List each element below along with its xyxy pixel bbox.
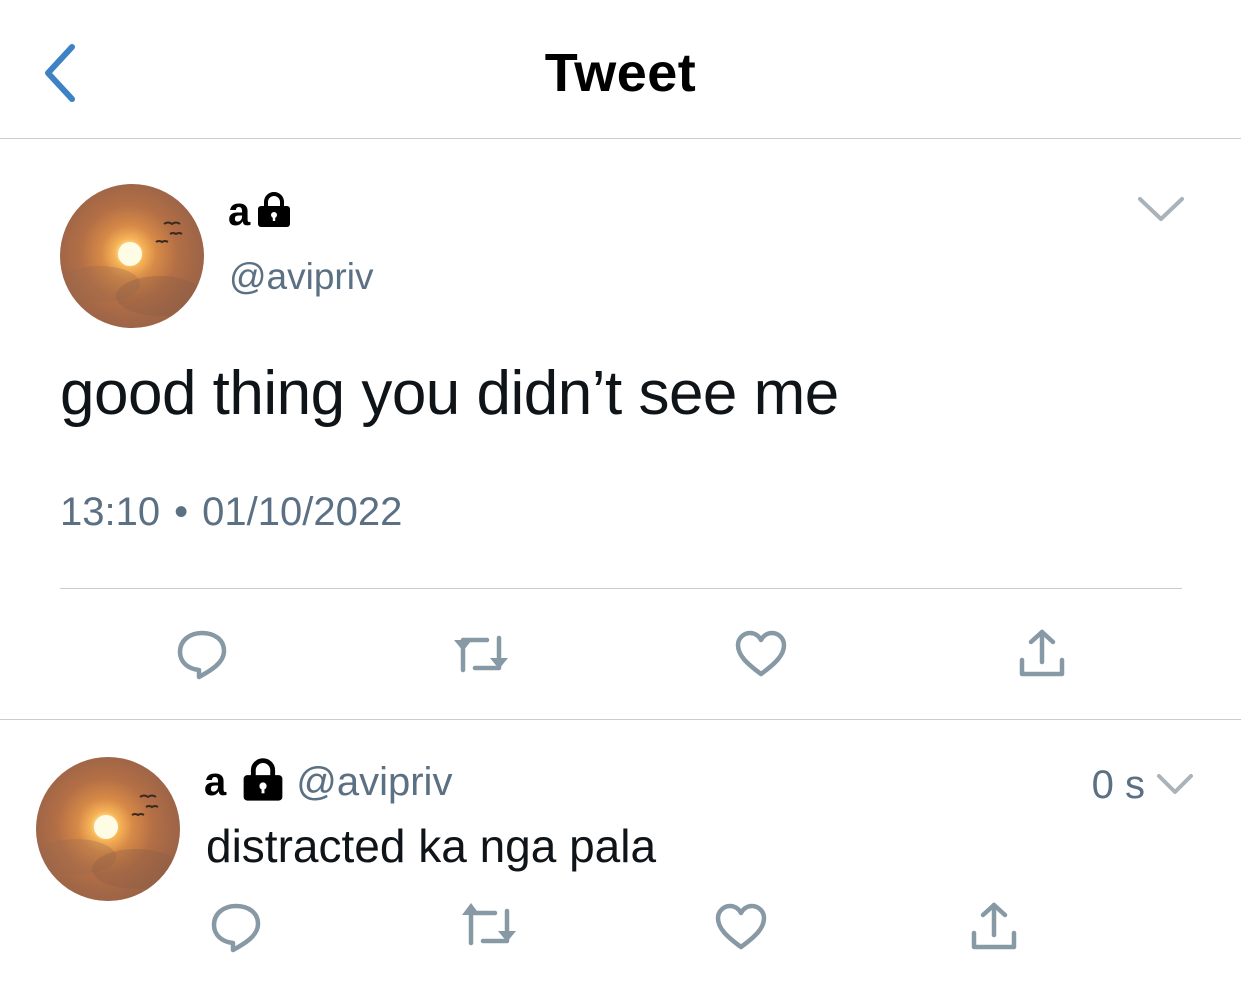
chevron-down-icon bbox=[1138, 197, 1184, 221]
reply-button[interactable] bbox=[172, 624, 232, 684]
main-tweet: a @avipriv good thing you didn’t see me … bbox=[0, 140, 1241, 720]
share-icon bbox=[1019, 629, 1065, 677]
sunset-avatar-image bbox=[60, 221, 204, 316]
like-button[interactable] bbox=[710, 897, 772, 957]
retweet-icon bbox=[462, 903, 516, 946]
sunset-avatar-image bbox=[36, 794, 180, 889]
chevron-down-icon bbox=[1157, 774, 1193, 794]
meta-separator: • bbox=[174, 490, 189, 534]
reply-text: distracted ka nga pala bbox=[206, 820, 657, 872]
like-button[interactable] bbox=[730, 624, 792, 684]
author-name-row: a bbox=[228, 190, 292, 235]
retweet-button[interactable] bbox=[448, 624, 514, 684]
page-title: Tweet bbox=[544, 43, 697, 103]
share-button[interactable] bbox=[964, 897, 1024, 957]
tweet-timestamp: 13:10 • 01/10/2022 bbox=[60, 490, 402, 535]
retweet-button[interactable] bbox=[456, 897, 522, 957]
divider bbox=[60, 588, 1182, 589]
display-name[interactable]: a bbox=[204, 760, 226, 805]
reply-icon bbox=[177, 630, 227, 680]
share-icon bbox=[971, 902, 1017, 950]
retweet-icon bbox=[454, 635, 508, 673]
avatar[interactable] bbox=[60, 184, 204, 328]
avatar[interactable] bbox=[36, 757, 180, 901]
user-handle[interactable]: @avipriv bbox=[229, 256, 373, 298]
tweet-detail-screen: Tweet a @avipriv good thing you didn’t s… bbox=[0, 0, 1241, 982]
heart-icon bbox=[715, 903, 767, 950]
tweet-menu-button[interactable] bbox=[1134, 188, 1188, 228]
display-name[interactable]: a bbox=[228, 190, 250, 235]
lock-icon bbox=[256, 191, 292, 234]
tweet-text: good thing you didn’t see me bbox=[60, 359, 839, 428]
reply-timestamp: 0 s bbox=[1091, 763, 1145, 807]
nav-header: Tweet bbox=[0, 0, 1241, 139]
user-handle[interactable]: @avipriv bbox=[296, 760, 452, 805]
share-button[interactable] bbox=[1012, 624, 1072, 684]
reply-menu-button[interactable] bbox=[1154, 767, 1196, 801]
tweet-time: 13:10 bbox=[60, 490, 161, 534]
reply-author-row: a @avipriv bbox=[204, 757, 452, 808]
tweet-date: 01/10/2022 bbox=[202, 490, 403, 534]
reply-tweet[interactable]: a @avipriv 0 s distracted ka nga pala bbox=[0, 721, 1241, 982]
heart-icon bbox=[735, 630, 787, 677]
reply-icon bbox=[211, 903, 261, 953]
lock-icon bbox=[240, 757, 286, 808]
reply-button[interactable] bbox=[206, 897, 266, 957]
